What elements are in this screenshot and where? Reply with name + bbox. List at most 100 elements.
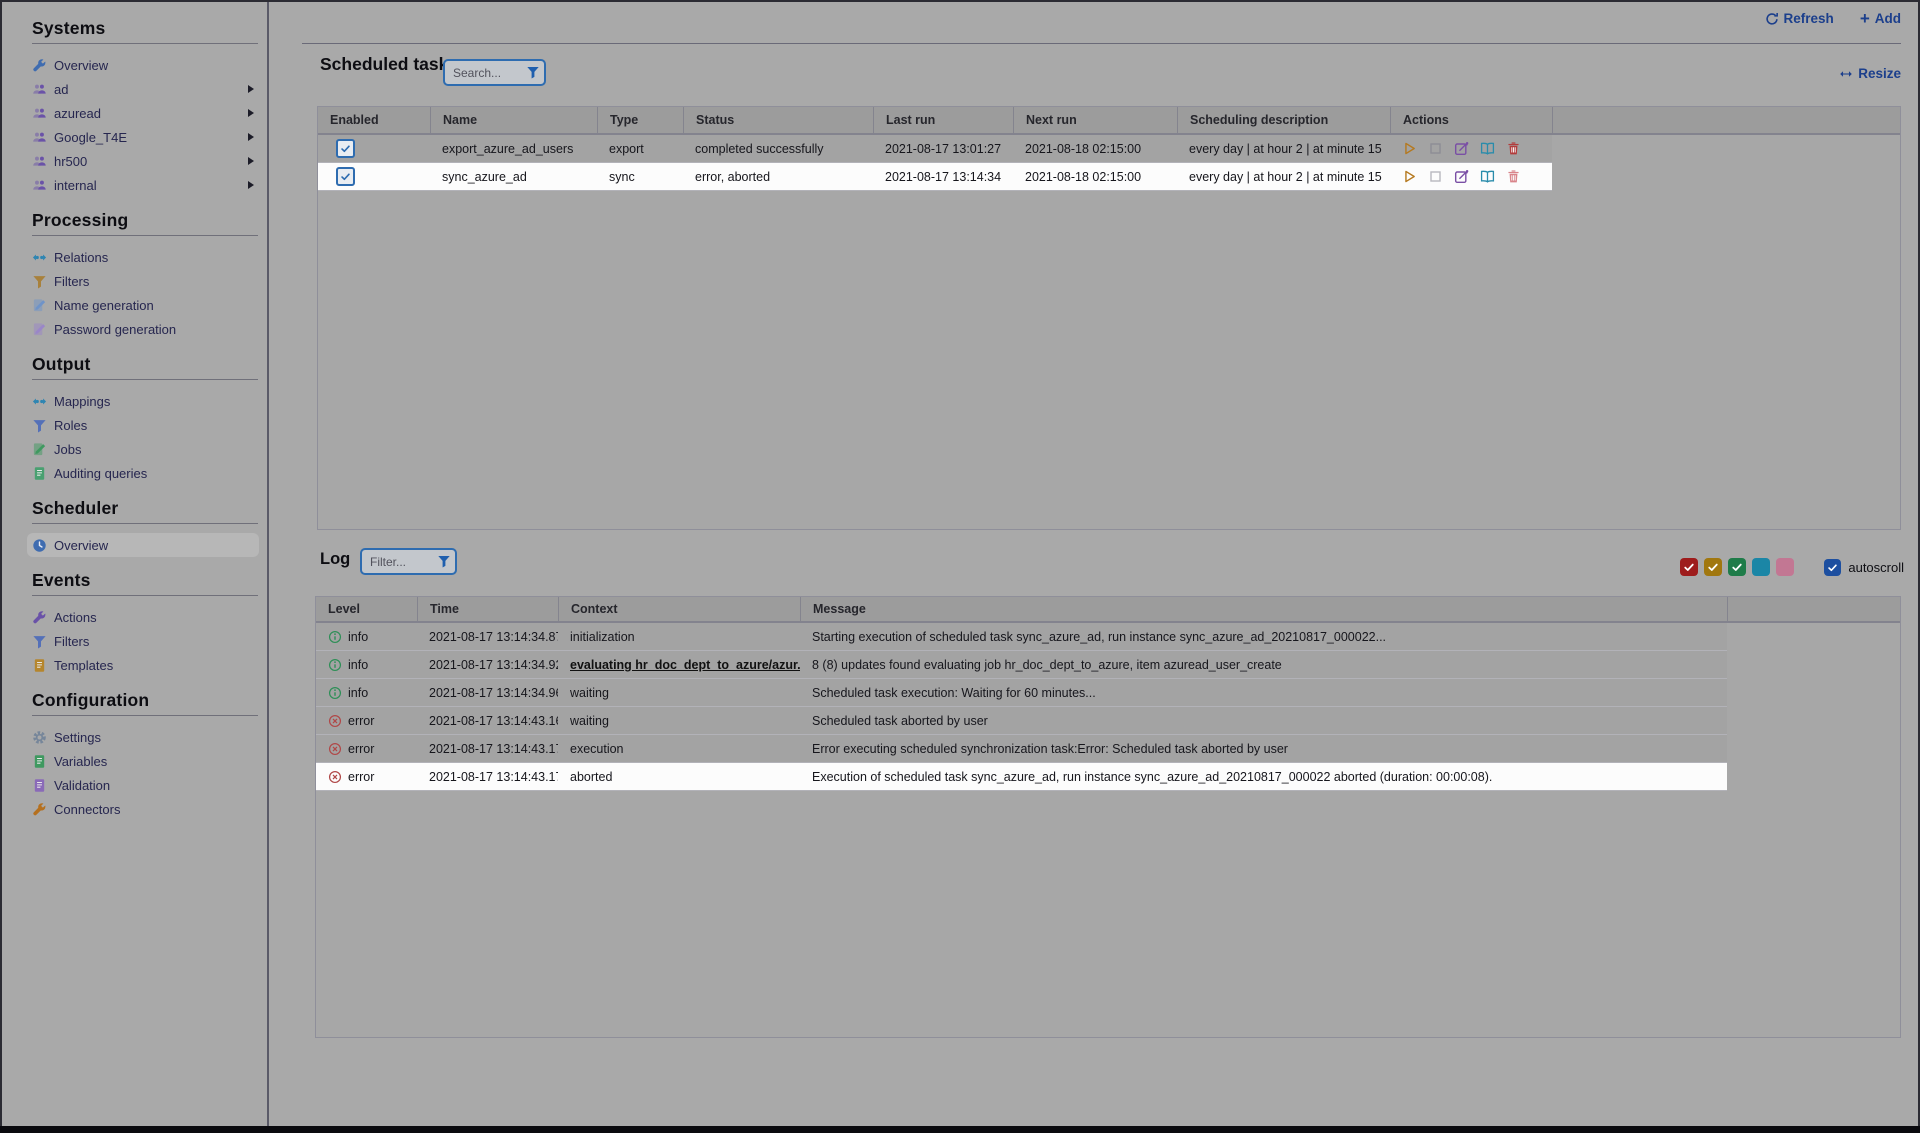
column-header-actions[interactable]: Actions bbox=[1390, 107, 1552, 133]
sidebar-item-settings[interactable]: Settings bbox=[27, 725, 259, 749]
bottom-edge-bar bbox=[0, 1126, 1920, 1133]
edit-task-button[interactable] bbox=[1454, 169, 1469, 184]
task-status: error, aborted bbox=[683, 163, 873, 191]
run-task-button[interactable] bbox=[1402, 169, 1417, 184]
sidebar-item-variables[interactable]: Variables bbox=[27, 749, 259, 773]
column-header-context[interactable]: Context bbox=[558, 597, 800, 621]
doc-edit-icon bbox=[32, 322, 47, 337]
sidebar-item-systems-overview[interactable]: Overview bbox=[27, 53, 259, 77]
log-message: Error executing scheduled synchronizatio… bbox=[800, 735, 1727, 763]
sidebar-item-scheduler-overview[interactable]: Overview bbox=[27, 533, 259, 557]
error-icon bbox=[328, 714, 342, 728]
sidebar-section-output: Output Mappings Roles Jobs Auditing quer… bbox=[2, 354, 267, 485]
doc-icon bbox=[32, 754, 47, 769]
column-header-level[interactable]: Level bbox=[316, 597, 417, 621]
sidebar-item-roles[interactable]: Roles bbox=[27, 413, 259, 437]
sidebar-item-internal[interactable]: internal bbox=[27, 173, 259, 197]
task-next-run: 2021-08-18 02:15:00 bbox=[1013, 163, 1177, 191]
add-button[interactable]: +Add bbox=[1860, 11, 1901, 26]
level-filter-checkbox-pink[interactable] bbox=[1776, 558, 1794, 576]
search-funnel-icon[interactable] bbox=[526, 65, 540, 79]
sidebar-item-hr500[interactable]: hr500 bbox=[27, 149, 259, 173]
sidebar-item-azuread[interactable]: azuread bbox=[27, 101, 259, 125]
sidebar-item-name-generation[interactable]: Name generation bbox=[27, 293, 259, 317]
task-row-export-azure-ad-users[interactable]: export_azure_ad_users export completed s… bbox=[318, 135, 1900, 163]
resize-icon bbox=[1839, 67, 1853, 81]
sidebar-item-events-filters[interactable]: Filters bbox=[27, 629, 259, 653]
sidebar-item-processing-filters[interactable]: Filters bbox=[27, 269, 259, 293]
log-message: 8 (8) updates found evaluating job hr_do… bbox=[800, 651, 1727, 679]
log-row[interactable]: info 2021-08-17 13:14:34.966 waiting Sch… bbox=[316, 679, 1900, 707]
sidebar-item-google-t4e[interactable]: Google_T4E bbox=[27, 125, 259, 149]
task-status: completed successfully bbox=[683, 135, 873, 163]
section-title-events: Events bbox=[32, 570, 267, 591]
log-row[interactable]: error 2021-08-17 13:14:43.170 execution … bbox=[316, 735, 1900, 763]
view-log-button[interactable] bbox=[1480, 141, 1495, 156]
section-title-output: Output bbox=[32, 354, 267, 375]
sidebar-item-mappings[interactable]: Mappings bbox=[27, 389, 259, 413]
users-icon bbox=[32, 178, 47, 193]
relations-icon bbox=[32, 250, 47, 265]
relations-icon bbox=[32, 394, 47, 409]
column-header-type[interactable]: Type bbox=[597, 107, 683, 133]
log-context: aborted bbox=[558, 763, 800, 791]
level-filter-checkbox-teal[interactable] bbox=[1752, 558, 1770, 576]
stop-task-button[interactable] bbox=[1428, 169, 1443, 184]
check-icon bbox=[1731, 561, 1743, 573]
delete-task-button[interactable] bbox=[1506, 169, 1521, 184]
users-icon bbox=[32, 106, 47, 121]
delete-task-button[interactable] bbox=[1506, 141, 1521, 156]
log-row-highlighted[interactable]: error 2021-08-17 13:14:43.171 aborted Ex… bbox=[316, 763, 1900, 791]
column-header-time[interactable]: Time bbox=[417, 597, 558, 621]
stop-task-button[interactable] bbox=[1428, 141, 1443, 156]
log-message: Execution of scheduled task sync_azure_a… bbox=[800, 763, 1727, 791]
enabled-checkbox[interactable] bbox=[336, 167, 355, 186]
tasks-search bbox=[443, 59, 546, 86]
log-title: Log bbox=[320, 550, 350, 569]
log-row[interactable]: error 2021-08-17 13:14:43.167 waiting Sc… bbox=[316, 707, 1900, 735]
autoscroll-checkbox[interactable] bbox=[1824, 559, 1841, 576]
column-header-scheduling-description[interactable]: Scheduling description bbox=[1177, 107, 1390, 133]
edit-task-button[interactable] bbox=[1454, 141, 1469, 156]
sidebar-item-templates[interactable]: Templates bbox=[27, 653, 259, 677]
toolbar-divider bbox=[302, 43, 1901, 44]
section-title-configuration: Configuration bbox=[32, 690, 267, 711]
check-icon bbox=[340, 143, 351, 154]
log-context-link[interactable]: evaluating hr_doc_dept_to_azure/azur... bbox=[570, 658, 800, 672]
log-row[interactable]: info 2021-08-17 13:14:34.873 initializat… bbox=[316, 623, 1900, 651]
sidebar-item-relations[interactable]: Relations bbox=[27, 245, 259, 269]
refresh-button[interactable]: Refresh bbox=[1765, 11, 1834, 26]
column-header-filler bbox=[1727, 597, 1900, 621]
level-filter-checkbox-green[interactable] bbox=[1728, 558, 1746, 576]
sidebar-section-processing: Processing Relations Filters Name genera… bbox=[2, 210, 267, 341]
level-filter-checkbox-amber[interactable] bbox=[1704, 558, 1722, 576]
sidebar-item-connectors[interactable]: Connectors bbox=[27, 797, 259, 821]
column-header-next-run[interactable]: Next run bbox=[1013, 107, 1177, 133]
sidebar-item-ad[interactable]: ad bbox=[27, 77, 259, 101]
enabled-checkbox[interactable] bbox=[336, 139, 355, 158]
resize-button[interactable]: Resize bbox=[1839, 66, 1901, 81]
column-header-name[interactable]: Name bbox=[430, 107, 597, 133]
level-filter-checkbox-red[interactable] bbox=[1680, 558, 1698, 576]
log-table: Level Time Context Message info 2021-08-… bbox=[315, 596, 1901, 1038]
filter-funnel-icon[interactable] bbox=[437, 554, 451, 568]
column-header-last-run[interactable]: Last run bbox=[873, 107, 1013, 133]
sidebar-item-auditing-queries[interactable]: Auditing queries bbox=[27, 461, 259, 485]
clock-icon bbox=[32, 538, 47, 553]
autoscroll-label: autoscroll bbox=[1848, 560, 1904, 575]
run-task-button[interactable] bbox=[1402, 141, 1417, 156]
column-header-message[interactable]: Message bbox=[800, 597, 1727, 621]
sidebar-item-password-generation[interactable]: Password generation bbox=[27, 317, 259, 341]
plus-icon: + bbox=[1860, 12, 1870, 26]
log-row[interactable]: info 2021-08-17 13:14:34.926 evaluating … bbox=[316, 651, 1900, 679]
task-row-sync-azure-ad[interactable]: sync_azure_ad sync error, aborted 2021-0… bbox=[318, 163, 1900, 191]
log-context: initialization bbox=[558, 623, 800, 651]
sidebar-item-validation[interactable]: Validation bbox=[27, 773, 259, 797]
log-time: 2021-08-17 13:14:43.171 bbox=[417, 763, 558, 791]
log-message: Starting execution of scheduled task syn… bbox=[800, 623, 1727, 651]
sidebar-item-jobs[interactable]: Jobs bbox=[27, 437, 259, 461]
view-log-button[interactable] bbox=[1480, 169, 1495, 184]
sidebar-item-actions[interactable]: Actions bbox=[27, 605, 259, 629]
column-header-status[interactable]: Status bbox=[683, 107, 873, 133]
column-header-enabled[interactable]: Enabled bbox=[318, 107, 430, 133]
